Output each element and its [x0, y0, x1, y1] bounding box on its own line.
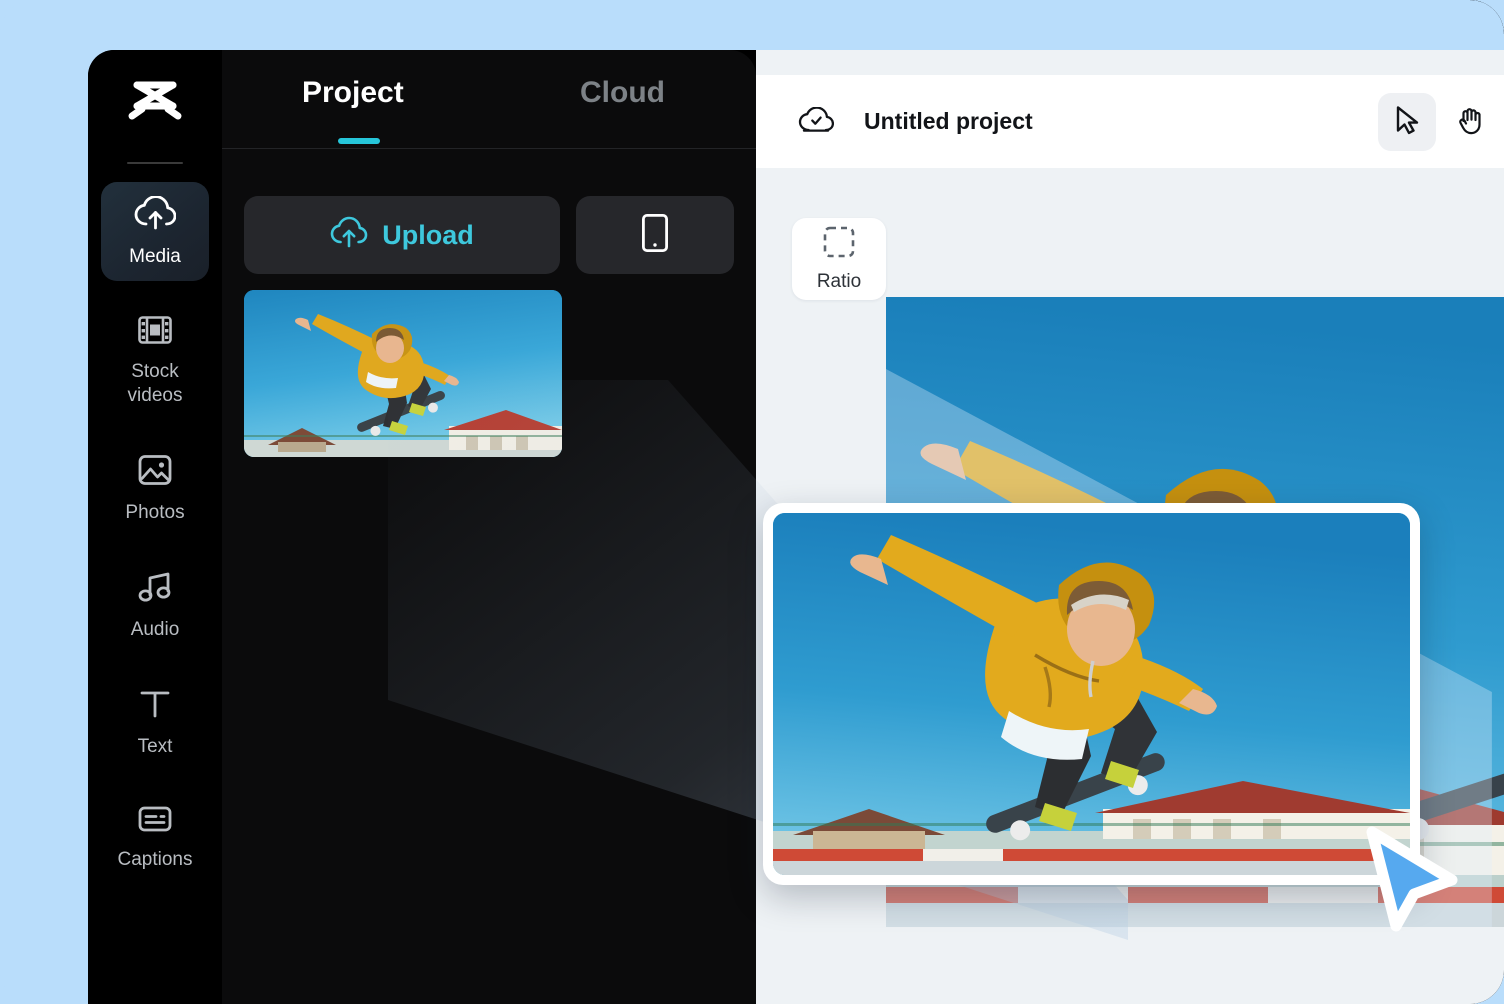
media-panel-actions: Upload — [244, 196, 734, 274]
ratio-button[interactable]: Ratio — [792, 218, 886, 300]
media-thumbnail-image — [244, 290, 562, 457]
drag-preview-image — [773, 513, 1410, 875]
sidebar-item-label: Photos — [125, 502, 185, 523]
mobile-phone-icon — [641, 213, 669, 257]
sidebar-item-stock-videos[interactable]: Stock videos — [101, 301, 209, 420]
sidebar-item-label: Media — [129, 246, 181, 267]
sidebar-item-label-line2: videos — [127, 385, 183, 406]
sidebar-item-audio[interactable]: Audio — [101, 557, 209, 654]
tab-active-underline — [338, 138, 380, 144]
media-item-thumbnail[interactable] — [244, 290, 562, 457]
media-panel: Project Cloud Upload — [222, 50, 756, 1004]
capcut-logo-icon — [124, 76, 186, 137]
app-logo[interactable] — [88, 50, 222, 162]
sidebar-item-captions[interactable]: Captions — [101, 791, 209, 884]
panel-divider — [222, 148, 756, 149]
media-panel-tabs: Project Cloud — [222, 50, 756, 146]
page-root: Project Cloud Upload Media Stock videos … — [0, 0, 1504, 1004]
drag-preview-card[interactable] — [763, 503, 1420, 885]
drag-preview-image-wrap — [773, 513, 1410, 875]
mobile-upload-button[interactable] — [576, 196, 734, 274]
page-title[interactable]: Untitled project — [864, 108, 1033, 135]
rail-divider — [127, 162, 183, 164]
editor-topbar: Untitled project — [756, 75, 1504, 168]
hand-icon — [1457, 105, 1485, 140]
crop-frame-icon — [823, 226, 855, 263]
captions-icon — [138, 805, 172, 840]
cloud-upload-icon — [330, 216, 368, 255]
select-tool-button[interactable] — [1378, 93, 1436, 151]
hand-tool-button[interactable] — [1442, 93, 1500, 151]
sidebar-item-media[interactable]: Media — [101, 182, 209, 281]
ratio-button-label: Ratio — [816, 270, 862, 292]
cloud-check-icon[interactable] — [798, 106, 834, 137]
image-icon — [138, 454, 172, 493]
sidebar-item-text[interactable]: Text — [101, 674, 209, 771]
sidebar-item-label: Audio — [130, 619, 180, 640]
cloud-upload-icon — [134, 195, 177, 237]
upload-button[interactable]: Upload — [244, 196, 560, 274]
sidebar-item-label-line1: Stock — [131, 361, 179, 382]
tab-cloud[interactable]: Cloud — [580, 76, 665, 110]
sidebar-item-label: Captions — [117, 849, 193, 870]
film-strip-icon — [138, 315, 172, 352]
tab-project[interactable]: Project — [302, 76, 404, 110]
music-note-icon — [137, 571, 173, 610]
upload-button-label: Upload — [382, 219, 474, 250]
app-window: Project Cloud Upload Media Stock videos … — [88, 50, 1504, 1004]
plate-corner-top-right — [1470, 0, 1504, 34]
sidebar-item-photos[interactable]: Photos — [101, 440, 209, 537]
text-t-icon — [138, 688, 172, 727]
editor-tools — [1378, 93, 1500, 151]
cursor-arrow-icon — [1394, 105, 1420, 140]
sidebar-item-label: Text — [137, 736, 173, 757]
left-rail: Media Stock videos Photos Audio Text Cap… — [88, 50, 222, 1004]
